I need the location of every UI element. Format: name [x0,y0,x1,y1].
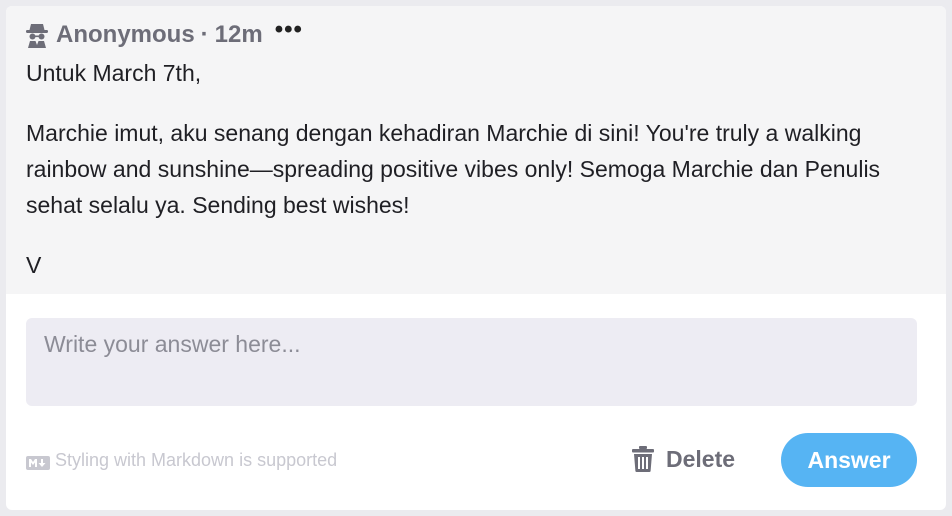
question-body: Marchie imut, aku senang dengan kehadira… [26,120,881,218]
question-greeting: Untuk March 7th, [26,60,202,86]
markdown-note: Styling with Markdown is supported [26,450,337,471]
more-options-button[interactable]: ••• [275,18,303,42]
delete-button[interactable]: Delete [632,442,735,476]
markdown-icon [26,454,50,470]
question-card: Anonymous · 12m ••• Untuk March 7th, Mar… [6,6,946,510]
answer-input[interactable] [26,318,917,406]
author-name: Anonymous [56,21,195,48]
answer-footer: Styling with Markdown is supported Delet… [26,432,917,488]
spy-icon [26,22,48,48]
answer-button[interactable]: Answer [781,433,917,487]
markdown-note-text: Styling with Markdown is supported [55,450,338,470]
time-ago: 12m [214,21,263,48]
question-panel: Anonymous · 12m ••• Untuk March 7th, Mar… [6,6,946,294]
trash-icon [632,446,654,472]
question-signature: V [26,252,42,278]
meta-separator: · [200,21,209,48]
delete-label: Delete [666,445,736,472]
question-meta: Anonymous · 12m ••• [26,18,303,49]
